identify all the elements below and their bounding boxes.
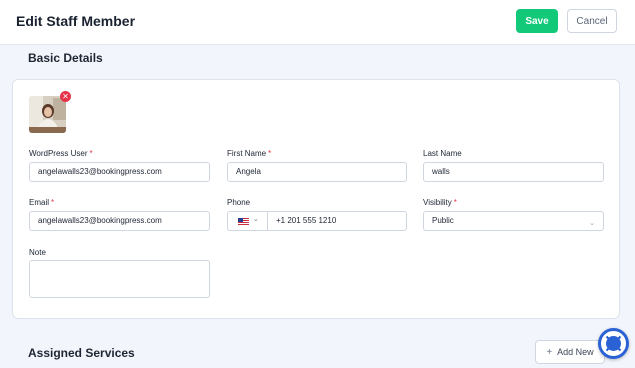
- plus-icon: +: [546, 346, 553, 358]
- note-textarea[interactable]: [29, 260, 210, 298]
- page-title: Edit Staff Member: [16, 13, 136, 29]
- avatar[interactable]: [29, 96, 66, 133]
- note-label: Note: [29, 248, 46, 257]
- visibility-label: Visibility *: [423, 198, 457, 207]
- lifebuoy-icon: [601, 331, 626, 356]
- first-name-field[interactable]: Angela: [227, 162, 407, 182]
- cancel-button[interactable]: Cancel: [567, 9, 617, 33]
- chevron-down-icon: ⌄: [253, 216, 259, 223]
- save-button[interactable]: Save: [516, 9, 558, 33]
- wp-user-select[interactable]: angelawalls23@bookingpress.com: [29, 162, 210, 182]
- visibility-select[interactable]: Public ⌄: [423, 211, 604, 231]
- wp-user-label: WordPress User *: [29, 149, 93, 158]
- basic-details-title: Basic Details: [28, 51, 103, 65]
- add-new-service-button[interactable]: + Add New: [535, 340, 605, 364]
- remove-avatar-icon[interactable]: ✕: [60, 91, 71, 102]
- first-name-label: First Name *: [227, 149, 272, 158]
- last-name-field[interactable]: walls: [423, 162, 604, 182]
- us-flag-icon: [238, 218, 249, 225]
- phone-label: Phone: [227, 198, 251, 207]
- top-bar: Edit Staff Member Save Cancel: [0, 0, 635, 45]
- phone-field[interactable]: +1 201 555 1210: [267, 211, 407, 231]
- avatar-image: [29, 96, 66, 133]
- email-field[interactable]: angelawalls23@bookingpress.com: [29, 211, 210, 231]
- visibility-value: Public: [432, 216, 454, 225]
- last-name-label: Last Name: [423, 149, 462, 158]
- add-new-label: Add New: [557, 346, 594, 357]
- help-fab-button[interactable]: [598, 328, 629, 359]
- country-code-select[interactable]: ⌄: [227, 211, 267, 231]
- assigned-services-title: Assigned Services: [28, 346, 135, 360]
- email-label: Email *: [29, 198, 55, 207]
- chevron-down-icon: ⌄: [589, 220, 595, 227]
